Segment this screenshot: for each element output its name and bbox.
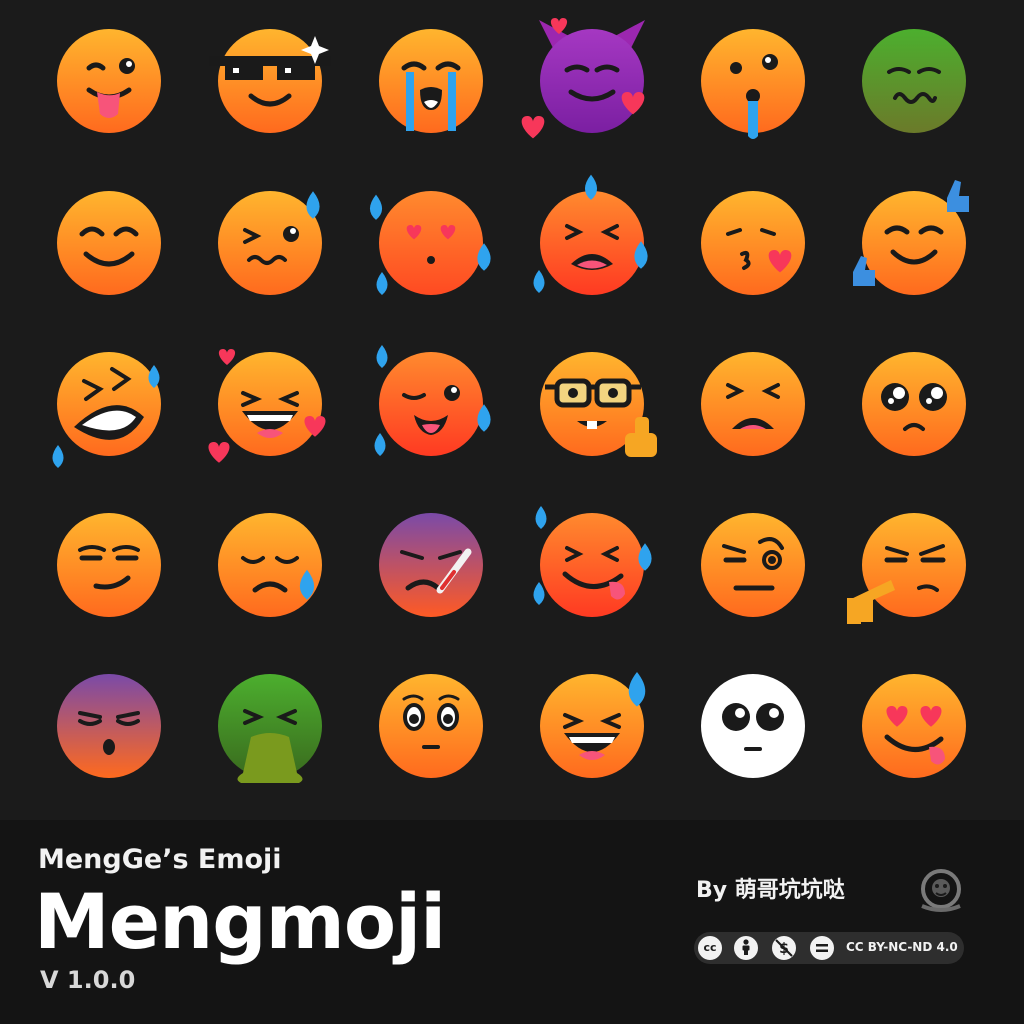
emoji-pensive-gloom[interactable] — [34, 651, 184, 801]
emoji-blushing-shy[interactable] — [356, 651, 506, 801]
nerd-pointing-icon — [540, 352, 657, 457]
devil-hearts-icon — [521, 18, 645, 139]
white-pleading-icon — [701, 674, 805, 778]
sunglasses-cool-icon — [209, 29, 331, 133]
thermometer-sick-icon — [379, 513, 483, 617]
smirk-icon — [57, 513, 161, 617]
emoji-raised-eyebrow[interactable] — [678, 490, 828, 640]
emoji-thinking-point[interactable] — [839, 490, 989, 640]
sad-sweat-icon — [218, 513, 322, 617]
emoji-kissing-heart[interactable] — [678, 168, 828, 318]
emoji-sunglasses-cool[interactable] — [195, 6, 345, 156]
emoji-crying[interactable] — [356, 6, 506, 156]
emoji-white-pleading[interactable] — [678, 651, 828, 801]
sick-green-icon — [862, 29, 966, 133]
emoji-vomiting[interactable] — [195, 651, 345, 801]
emoji-heart-eyes-sweat[interactable] — [356, 168, 506, 318]
emoji-laughing-hearts[interactable] — [195, 329, 345, 479]
heart-eyes-tongue-icon — [862, 674, 966, 778]
author-logo — [914, 862, 968, 916]
emoji-heart-eyes-tongue[interactable] — [839, 651, 989, 801]
heart-eyes-sweat-icon — [369, 191, 491, 295]
emoji-thermometer-sick[interactable] — [356, 490, 506, 640]
emoji-tired-squint[interactable] — [678, 329, 828, 479]
emoji-smirk[interactable] — [34, 490, 184, 640]
tired-squint-icon — [701, 352, 805, 456]
blushing-shy-icon — [379, 674, 483, 778]
kissing-heart-icon — [701, 191, 805, 295]
cc-icon: cc — [696, 934, 724, 962]
subtitle: MengGe’s Emoji — [38, 844, 282, 875]
emoji-woozy-sweat[interactable] — [195, 168, 345, 318]
woozy-sweat-icon — [218, 191, 322, 295]
emoji-devil-hearts[interactable] — [517, 6, 667, 156]
emoji-nerd-pointing[interactable] — [517, 329, 667, 479]
emoji-grin-sweat[interactable] — [517, 651, 667, 801]
license-badge[interactable]: cc $ CC BY-NC-ND 4.0 — [694, 932, 964, 964]
crying-icon — [379, 29, 483, 133]
thumbs-up-smile-icon — [853, 180, 969, 295]
author-label: By 萌哥坑坑哒 — [696, 878, 845, 903]
emoji-grid — [0, 0, 1024, 820]
pensive-gloom-icon — [57, 674, 161, 778]
drooling-icon — [701, 29, 805, 139]
emoji-smiling-blush[interactable] — [34, 168, 184, 318]
grin-sweat-icon — [540, 672, 646, 778]
emoji-sick-green[interactable] — [839, 6, 989, 156]
emoji-sad-sweat[interactable] — [195, 490, 345, 640]
emoji-pleading[interactable] — [839, 329, 989, 479]
license-text: CC BY-NC-ND 4.0 — [846, 940, 958, 954]
by-icon — [732, 934, 760, 962]
emoji-angry-sweat[interactable] — [517, 168, 667, 318]
rofl-icon — [52, 352, 161, 468]
pleading-icon — [862, 352, 966, 456]
nd-icon — [808, 934, 836, 962]
angry-sweat-icon — [533, 174, 648, 295]
tongue-wink-icon — [57, 29, 161, 133]
emoji-tongue-wink[interactable] — [34, 6, 184, 156]
smiling-blush-icon — [57, 191, 161, 295]
vomiting-icon — [218, 674, 322, 783]
title: Mengmoji — [34, 877, 446, 966]
winking-sweat-icon — [374, 345, 491, 456]
nc-icon: $ — [770, 934, 798, 962]
yum-sweat-icon — [533, 506, 652, 617]
emoji-thumbs-up-smile[interactable] — [839, 168, 989, 318]
emoji-winking-sweat[interactable] — [356, 329, 506, 479]
version-label: V 1.0.0 — [40, 966, 136, 994]
raised-eyebrow-icon — [701, 513, 805, 617]
emoji-drooling[interactable] — [678, 6, 828, 156]
thinking-point-icon — [847, 513, 966, 624]
laughing-hearts-icon — [208, 349, 326, 463]
emoji-rofl[interactable] — [34, 329, 184, 479]
emoji-yum-sweat[interactable] — [517, 490, 667, 640]
footer: MengGe’s Emoji Mengmoji V 1.0.0 By 萌哥坑坑哒… — [0, 820, 1024, 1024]
